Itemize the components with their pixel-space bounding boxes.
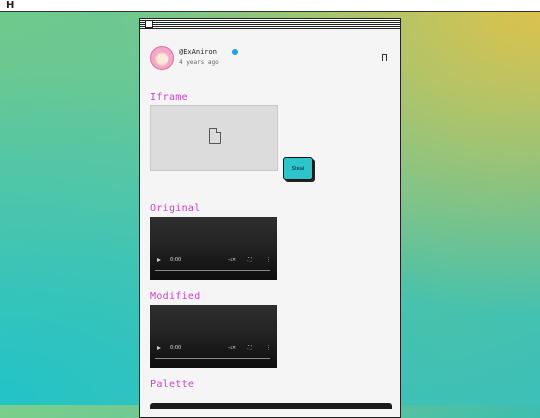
- play-icon[interactable]: [157, 258, 161, 262]
- verified-badge-icon: [232, 49, 238, 55]
- post-card: @ExAniron 4 years ago Iframe Steal Origi…: [139, 18, 401, 418]
- fullscreen-icon[interactable]: ⛶: [248, 345, 252, 351]
- video-controls: 0:00 ◅× ⛶ ⋮: [155, 345, 272, 353]
- close-box-icon[interactable]: [145, 20, 153, 28]
- palette-strip: [150, 403, 392, 409]
- more-vertical-icon[interactable]: ⋮: [266, 257, 271, 263]
- section-title-modified: Modified: [150, 291, 201, 302]
- video-time: 0:00: [170, 345, 182, 351]
- post-timestamp: 4 years ago: [179, 59, 219, 66]
- volume-muted-icon[interactable]: ◅×: [228, 257, 236, 263]
- video-controls: 0:00 ◅× ⛶ ⋮: [155, 257, 272, 265]
- more-vertical-icon[interactable]: ⋮: [266, 345, 271, 351]
- avatar[interactable]: [150, 46, 174, 70]
- window-titlebar: [140, 19, 400, 29]
- volume-muted-icon[interactable]: ◅×: [228, 345, 236, 351]
- section-title-original: Original: [150, 203, 201, 214]
- post-author: @ExAniron 4 years ago: [150, 46, 390, 70]
- video-progress-track[interactable]: [155, 358, 270, 359]
- section-title-iframe: Iframe: [150, 92, 188, 103]
- avatar-face: [157, 54, 168, 64]
- modified-video-player[interactable]: 0:00 ◅× ⛶ ⋮: [150, 305, 277, 368]
- video-time: 0:00: [170, 257, 182, 263]
- top-bar: H: [0, 0, 540, 12]
- section-title-palette: Palette: [150, 379, 195, 390]
- original-video-player[interactable]: 0:00 ◅× ⛶ ⋮: [150, 217, 277, 280]
- iframe-preview[interactable]: [150, 105, 278, 171]
- fullscreen-icon[interactable]: ⛶: [248, 257, 252, 263]
- broken-document-icon: [209, 128, 221, 144]
- steal-button[interactable]: Steal: [283, 157, 313, 180]
- bookmark-icon[interactable]: [382, 54, 387, 62]
- app-logo[interactable]: H: [6, 1, 20, 11]
- username[interactable]: @ExAniron: [179, 48, 217, 56]
- video-progress-track[interactable]: [155, 270, 270, 271]
- play-icon[interactable]: [157, 346, 161, 350]
